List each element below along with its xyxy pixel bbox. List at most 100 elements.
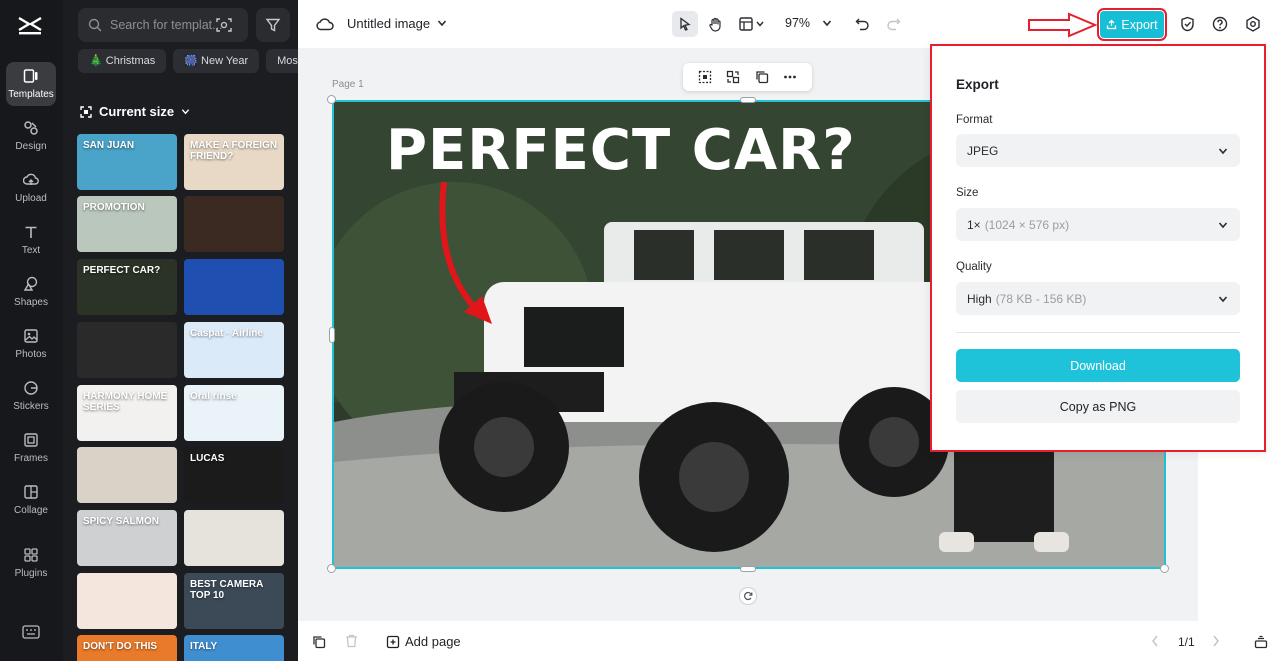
template-tile[interactable]: Caspat · Airline	[184, 322, 284, 378]
size-label: Size	[956, 187, 979, 199]
template-tile[interactable]: PERFECT CAR?	[77, 259, 177, 315]
add-page-label: Add page	[405, 634, 461, 649]
template-tile[interactable]: ITALY	[184, 635, 284, 661]
add-page-button[interactable]: Add page	[386, 634, 461, 649]
prev-page-button[interactable]	[1150, 635, 1160, 647]
layout-dropdown-button[interactable]	[738, 14, 768, 34]
top-bar: Untitled image 97% Export	[298, 0, 1280, 48]
document-title[interactable]: Untitled image	[347, 16, 430, 31]
resize-handle-bottom-left[interactable]	[327, 564, 336, 573]
resize-handle-top[interactable]	[740, 97, 756, 103]
sidebar-item-stickers[interactable]: Stickers	[6, 374, 56, 418]
annotation-arrow-icon	[1028, 12, 1097, 38]
template-tile[interactable]	[77, 322, 177, 378]
resize-handle-left[interactable]	[329, 327, 335, 343]
copy-as-png-button[interactable]: Copy as PNG	[956, 390, 1240, 423]
shield-icon	[1180, 16, 1194, 32]
sidebar-item-text[interactable]: Text	[6, 218, 56, 262]
sidebar-item-label: Collage	[14, 505, 48, 516]
template-tile[interactable]: PROMOTION	[77, 196, 177, 252]
stickers-icon	[24, 381, 38, 395]
quality-label: Quality	[956, 261, 992, 273]
current-size-dropdown[interactable]: Current size	[80, 104, 190, 119]
rotate-button[interactable]	[739, 587, 757, 605]
template-tile[interactable]	[77, 573, 177, 629]
shield-button[interactable]	[1178, 15, 1196, 33]
download-button[interactable]: Download	[956, 349, 1240, 382]
template-tile-text: PROMOTION	[83, 202, 145, 213]
template-tile[interactable]	[184, 196, 284, 252]
keyboard-icon[interactable]	[22, 625, 40, 639]
image-search-icon[interactable]	[216, 17, 232, 33]
resize-handle-bottom[interactable]	[740, 566, 756, 572]
zoom-chevron-icon[interactable]	[822, 18, 832, 28]
photos-icon	[24, 329, 38, 343]
size-value: 1×	[967, 217, 981, 232]
collage-icon	[24, 485, 38, 499]
search-icon	[88, 18, 102, 32]
settings-button[interactable]	[1244, 15, 1262, 33]
hand-tool-button[interactable]	[704, 13, 726, 35]
template-tile[interactable]: Oral rinse	[184, 385, 284, 441]
layout-icon	[739, 17, 764, 31]
chip-new-year[interactable]: 🎆 New Year	[173, 49, 260, 73]
quality-select[interactable]: High (78 KB - 156 KB)	[956, 282, 1240, 315]
template-tile[interactable]	[77, 447, 177, 503]
chip-more[interactable]: Mos	[266, 49, 298, 73]
template-tile[interactable]: BEST CAMERA TOP 10	[184, 573, 284, 629]
undo-icon	[855, 18, 869, 31]
next-page-button[interactable]	[1211, 635, 1221, 647]
sidebar-item-shapes[interactable]: Shapes	[6, 270, 56, 314]
sidebar-item-photos[interactable]: Photos	[6, 322, 56, 366]
size-select[interactable]: 1× (1024 × 576 px)	[956, 208, 1240, 241]
cloud-icon[interactable]	[316, 15, 334, 33]
template-tile-text: ITALY	[190, 641, 218, 652]
template-tile-text: DON'T DO THIS	[83, 641, 158, 652]
template-tile[interactable]: SPICY SALMON	[77, 510, 177, 566]
template-tile-text: MAKE A FOREIGN FRIEND?	[190, 140, 278, 162]
canvas-headline[interactable]: PERFECT CAR?	[386, 118, 856, 183]
duplicate-icon[interactable]	[755, 70, 769, 84]
sidebar-item-label: Shapes	[14, 297, 48, 308]
template-tile[interactable]: LUCAS	[184, 447, 284, 503]
page-counter: 1/1	[1178, 635, 1195, 649]
select-area-icon[interactable]	[698, 70, 712, 84]
chip-christmas[interactable]: 🎄 Christmas	[78, 49, 167, 73]
template-tile[interactable]: HARMONY HOME SERIES	[77, 385, 177, 441]
chevron-down-icon[interactable]	[437, 18, 447, 28]
help-button[interactable]	[1211, 15, 1229, 33]
more-icon[interactable]	[783, 70, 797, 84]
pages-button[interactable]	[311, 634, 326, 649]
delete-page-button[interactable]	[344, 634, 358, 648]
format-select[interactable]: JPEG	[956, 134, 1240, 167]
template-search-input[interactable]: Search for templat...	[78, 8, 248, 42]
group-icon[interactable]	[726, 70, 740, 84]
template-tile[interactable]: SAN JUAN	[77, 134, 177, 190]
template-tile[interactable]: DON'T DO THIS	[77, 635, 177, 661]
template-tile[interactable]	[184, 259, 284, 315]
template-tile-text: Caspat · Airline	[190, 328, 263, 339]
sidebar-item-collage[interactable]: Collage	[6, 478, 56, 522]
export-panel-title: Export	[956, 77, 999, 92]
sidebar-item-plugins[interactable]: Plugins	[6, 541, 56, 585]
templates-panel: Search for templat... 🎄 Christmas 🎆 New …	[63, 0, 298, 661]
size-hint: (1024 × 576 px)	[984, 217, 1070, 232]
sidebar-item-frames[interactable]: Frames	[6, 426, 56, 470]
template-tile[interactable]: MAKE A FOREIGN FRIEND?	[184, 134, 284, 190]
template-tile[interactable]	[184, 510, 284, 566]
sidebar-item-templates[interactable]: Templates	[6, 62, 56, 106]
zoom-level[interactable]: 97%	[785, 16, 810, 30]
export-button[interactable]: Export	[1097, 8, 1167, 41]
resize-handle-top-left[interactable]	[327, 95, 336, 104]
current-size-label: Current size	[99, 104, 175, 119]
page-panel-button[interactable]	[1253, 634, 1268, 649]
select-tool-button[interactable]	[672, 11, 698, 37]
sidebar-item-upload[interactable]: Upload	[6, 166, 56, 210]
filter-button[interactable]	[256, 8, 290, 42]
divider	[956, 332, 1240, 333]
chevron-down-icon	[1218, 148, 1228, 155]
resize-handle-bottom-right[interactable]	[1160, 564, 1169, 573]
redo-button[interactable]	[884, 15, 902, 33]
undo-button[interactable]	[853, 15, 871, 33]
sidebar-item-design[interactable]: Design	[6, 114, 56, 158]
